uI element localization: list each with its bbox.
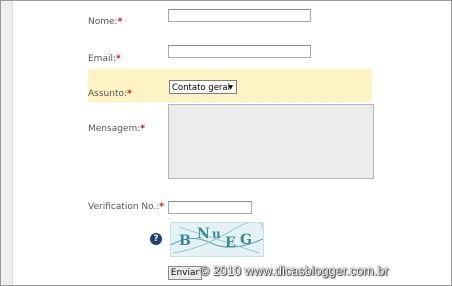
required-marker: * [159,202,165,212]
help-icon[interactable]: ? [150,233,162,245]
submit-button[interactable]: Enviar [168,266,202,280]
captcha-image: B N u E G [170,222,264,257]
subject-select[interactable]: Contato geral ▼ [169,80,237,94]
dropdown-arrow-icon: ▼ [228,84,233,91]
required-marker: * [116,54,121,64]
required-marker: * [127,89,132,99]
verification-label: Verification No.:* [88,202,164,212]
name-input[interactable] [168,9,311,22]
email-label: Email:* [88,54,121,64]
required-marker: * [140,124,145,134]
captcha-char: B [179,233,191,249]
email-label-text: Email: [88,54,117,64]
captcha-char: G [240,232,252,248]
verification-input[interactable] [168,201,252,214]
subject-label-text: Assunto: [88,89,128,99]
name-label: Nome:* [88,17,122,27]
captcha-char: E [225,235,236,251]
name-label-text: Nome: [88,17,118,27]
captcha-char: N [197,226,210,242]
message-label-text: Mensagem: [88,124,141,134]
left-border-band [1,1,13,285]
email-input[interactable] [168,45,311,58]
subject-label: Assunto:* [88,89,132,99]
watermark: © 2010 www.dicasblogger.com.br [200,264,389,278]
verification-label-text: Verification No.: [88,202,160,212]
message-label: Mensagem:* [88,124,145,134]
subject-select-value: Contato geral [172,83,230,93]
message-textarea[interactable] [168,104,374,179]
required-marker: * [117,17,123,27]
captcha-char: u [212,227,221,241]
